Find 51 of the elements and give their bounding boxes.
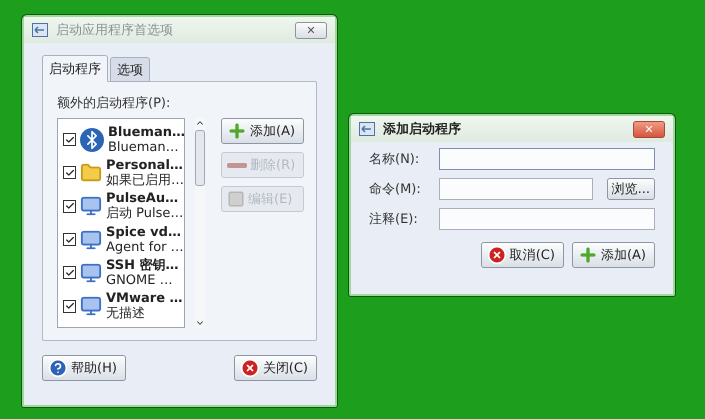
- checkbox[interactable]: [63, 233, 76, 246]
- browse-button[interactable]: 浏览...: [606, 178, 655, 200]
- input-field[interactable]: [439, 148, 655, 170]
- list-label: 额外的启动程序(P):: [57, 95, 172, 112]
- checkbox[interactable]: [63, 200, 76, 213]
- program-name: Personal…: [106, 158, 184, 173]
- window-icon: [359, 122, 375, 136]
- checkbox[interactable]: [63, 300, 76, 313]
- field-label: 命令(M):: [369, 181, 422, 198]
- monitor-icon: [80, 262, 102, 284]
- plus-icon: [578, 245, 598, 265]
- checkbox[interactable]: [63, 133, 76, 146]
- window-title: 添加启动程序: [383, 120, 462, 138]
- program-description: Blueman…: [108, 140, 180, 155]
- window-title: 启动应用程序首选项: [56, 22, 174, 39]
- program-description: 如果已启用…: [106, 172, 184, 188]
- cancel-icon: [240, 358, 260, 378]
- input-field[interactable]: [439, 208, 655, 230]
- monitor-icon: [80, 228, 102, 251]
- program-description: GNOME …: [106, 272, 174, 288]
- checkbox[interactable]: [63, 266, 76, 280]
- monitor-icon: [80, 295, 102, 318]
- close-button[interactable]: ✕: [295, 22, 327, 38]
- tab[interactable]: 选项: [110, 57, 150, 82]
- tab[interactable]: 启动程序: [42, 55, 108, 82]
- checkbox[interactable]: [63, 166, 76, 180]
- close-button[interactable]: 关闭(C): [234, 355, 317, 381]
- help-button[interactable]: 帮助(H): [42, 355, 126, 381]
- program-description: 启动 Pulse…: [106, 206, 184, 222]
- input-field[interactable]: [439, 178, 593, 200]
- add-button[interactable]: 添加(A): [572, 242, 655, 268]
- program-name: VMware …: [106, 291, 183, 306]
- plus-icon: [227, 121, 247, 141]
- scrollbar[interactable]: [195, 118, 205, 328]
- cancel-button[interactable]: 取消(C): [480, 242, 564, 268]
- program-description: 无描述: [106, 306, 146, 322]
- minus-icon: [227, 162, 247, 168]
- program-name: PulseAu…: [106, 191, 180, 206]
- program-name: Spice vd…: [106, 224, 182, 240]
- bluetooth-icon: [80, 128, 104, 152]
- field-label: 名称(N):: [369, 151, 420, 168]
- program-name: SSH 密钥…: [106, 258, 179, 273]
- cancel-icon: [486, 245, 507, 265]
- folder-icon: [80, 162, 102, 184]
- field-label: 注释(E):: [369, 211, 419, 228]
- program-name: Blueman…: [108, 124, 186, 140]
- help-icon: [48, 358, 68, 378]
- add-button[interactable]: 添加(A): [221, 118, 304, 144]
- window-icon: [32, 23, 48, 37]
- monitor-icon: [80, 195, 102, 218]
- program-description: Agent for …: [106, 240, 184, 255]
